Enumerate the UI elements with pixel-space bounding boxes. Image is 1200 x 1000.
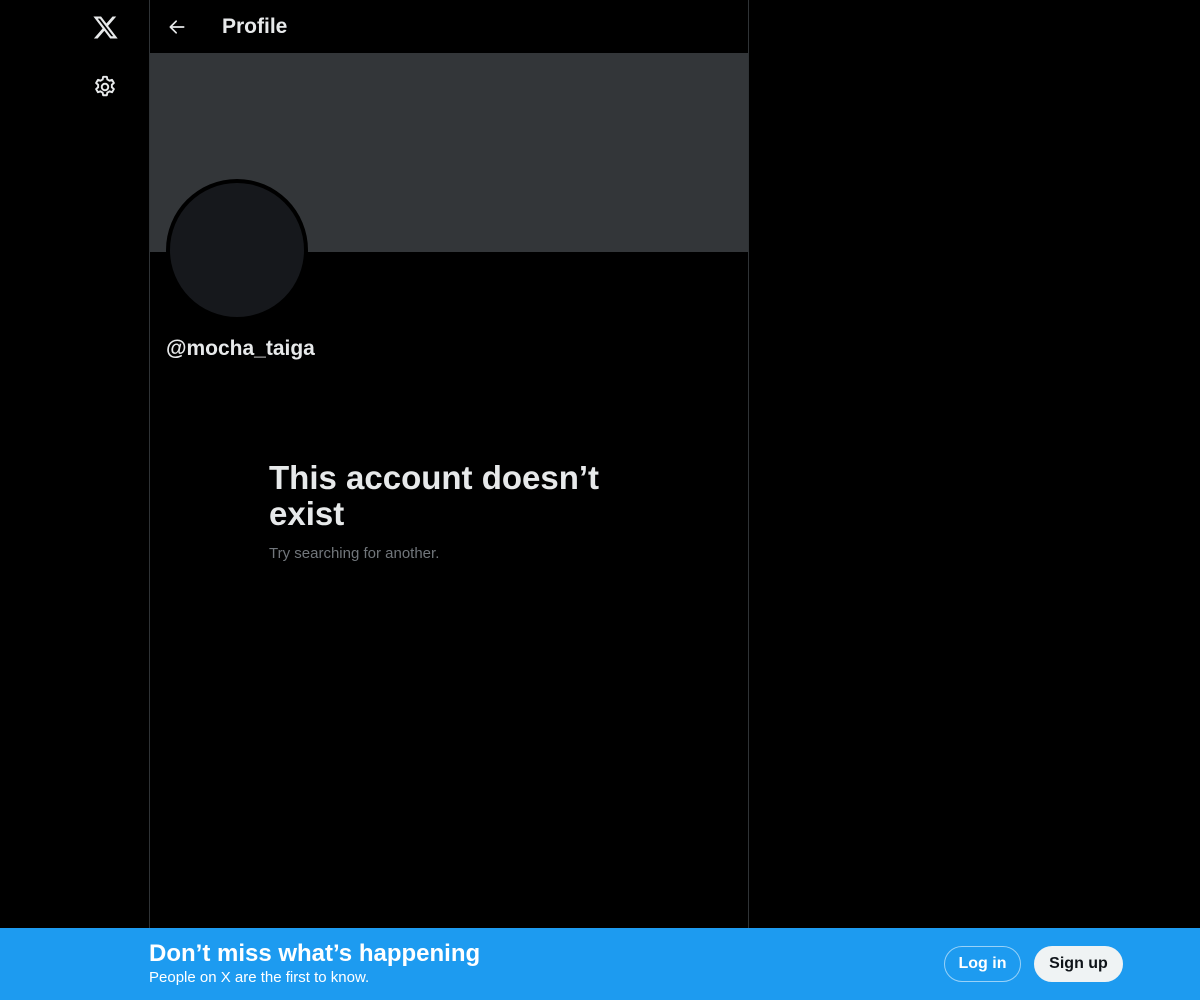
profile-handle: @mocha_taiga xyxy=(166,337,315,360)
avatar xyxy=(166,179,308,321)
empty-state-subtitle: Try searching for another. xyxy=(269,545,440,562)
page-title: Profile xyxy=(222,15,288,38)
x-logo-link[interactable] xyxy=(78,0,132,54)
gear-icon xyxy=(95,75,115,97)
avatar-placeholder xyxy=(170,183,304,317)
empty-state-title: This account doesn’t exist xyxy=(269,459,600,532)
profile-header: Profile xyxy=(150,0,748,53)
app-root: Profile @mocha_taiga This account doesn’… xyxy=(0,0,1200,1000)
arrow-left-icon xyxy=(169,20,185,34)
empty-state: This account doesn’t exist Try searching… xyxy=(269,460,629,564)
login-button[interactable]: Log in xyxy=(944,946,1021,982)
profile-column: Profile @mocha_taiga This account doesn’… xyxy=(149,0,749,1000)
left-nav xyxy=(0,0,149,1000)
x-logo-icon xyxy=(92,16,118,38)
signup-prompt-title: Don’t miss what’s happening xyxy=(149,940,481,967)
signup-button[interactable]: Sign up xyxy=(1034,946,1123,982)
signup-prompt-bar: Don’t miss what’s happening People on X … xyxy=(0,928,1200,1000)
signup-prompt-text: Don’t miss what’s happening People on X … xyxy=(149,940,480,988)
back-button[interactable] xyxy=(159,9,195,45)
settings-button[interactable] xyxy=(78,60,132,114)
signup-prompt-subtitle: People on X are the first to know. xyxy=(149,969,370,986)
